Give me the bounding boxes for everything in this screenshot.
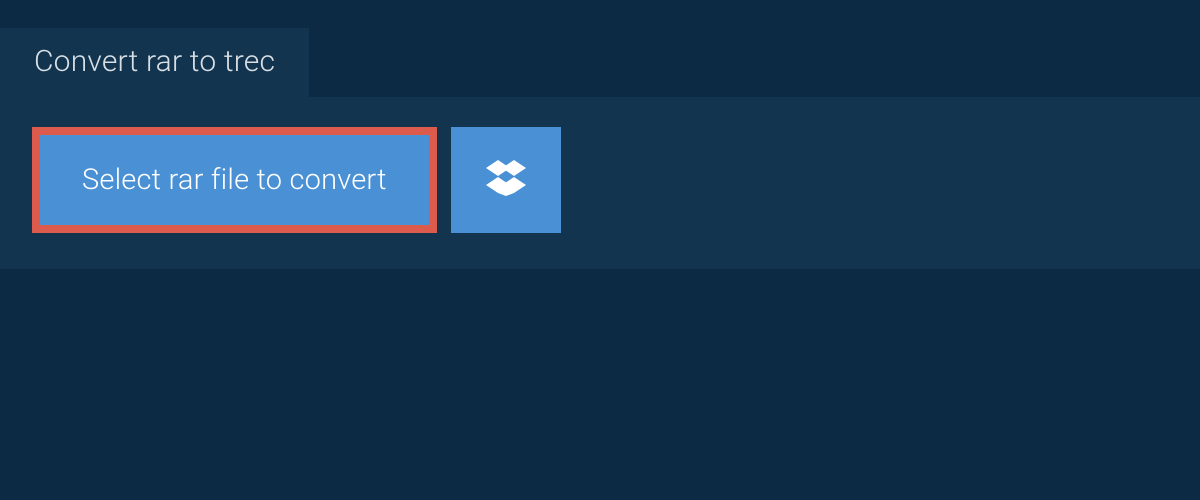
tab-convert[interactable]: Convert rar to trec — [0, 28, 309, 97]
tab-bar: Convert rar to trec — [0, 0, 1200, 97]
select-file-label: Select rar file to convert — [82, 163, 387, 197]
tab-label: Convert rar to trec — [34, 44, 275, 79]
dropbox-icon — [486, 160, 526, 200]
dropbox-button[interactable] — [451, 127, 561, 233]
select-file-button[interactable]: Select rar file to convert — [32, 127, 437, 233]
converter-panel: Select rar file to convert — [0, 97, 1200, 269]
